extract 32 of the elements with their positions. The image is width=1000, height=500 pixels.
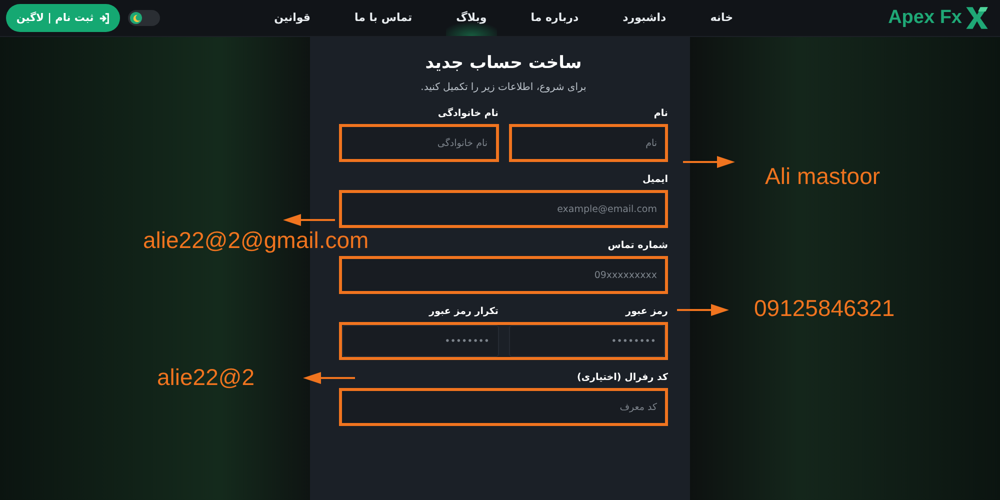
form-title: ساخت حساب جدید [424,52,583,75]
nav-link[interactable]: درباره ما [520,0,589,36]
field-label: ایمیل [641,174,668,185]
input-field[interactable]: کد معرف [339,388,668,426]
left-arrow-icon [283,213,335,227]
form-subtitle: برای شروع، اطلاعات زیر را تکمیل کنید. [420,82,588,93]
input-field[interactable]: نام [508,124,668,162]
login-icon [98,12,110,24]
annotation-text: 09125846321 [754,297,895,320]
field-label: نام [652,108,668,119]
right-arrow-icon [677,303,729,317]
field-label: کد رفرال (اختیاری) [576,372,668,383]
input-field[interactable]: •••••••• [342,325,498,357]
right-arrow-icon [683,155,735,169]
nav-link[interactable]: قوانین [264,0,320,36]
nav-link[interactable]: خانه [700,0,744,36]
nav-link[interactable]: داشبورد [612,0,676,36]
field-label: نام خانوادگی [436,108,498,119]
field-label: تکرار رمز عبور [428,306,498,317]
field-label: رمز عبور [624,306,668,317]
nav-link[interactable]: تماس با ما [344,0,422,36]
x-logo-icon [964,5,990,31]
input-field[interactable]: •••••••• [508,325,665,357]
input-field[interactable]: example@email.com [339,190,668,228]
annotation-text: Ali mastoor [765,165,880,188]
input-field[interactable]: 09xxxxxxxxx [339,256,668,294]
theme-toggle[interactable] [128,10,160,26]
left-arrow-icon [303,371,355,385]
annotation-text: alie22@2@gmail.com [143,229,369,252]
moon-icon [132,14,140,22]
logo-text[interactable]: Apex Fx [888,7,962,29]
annotation-text: alie22@2 [157,366,255,389]
